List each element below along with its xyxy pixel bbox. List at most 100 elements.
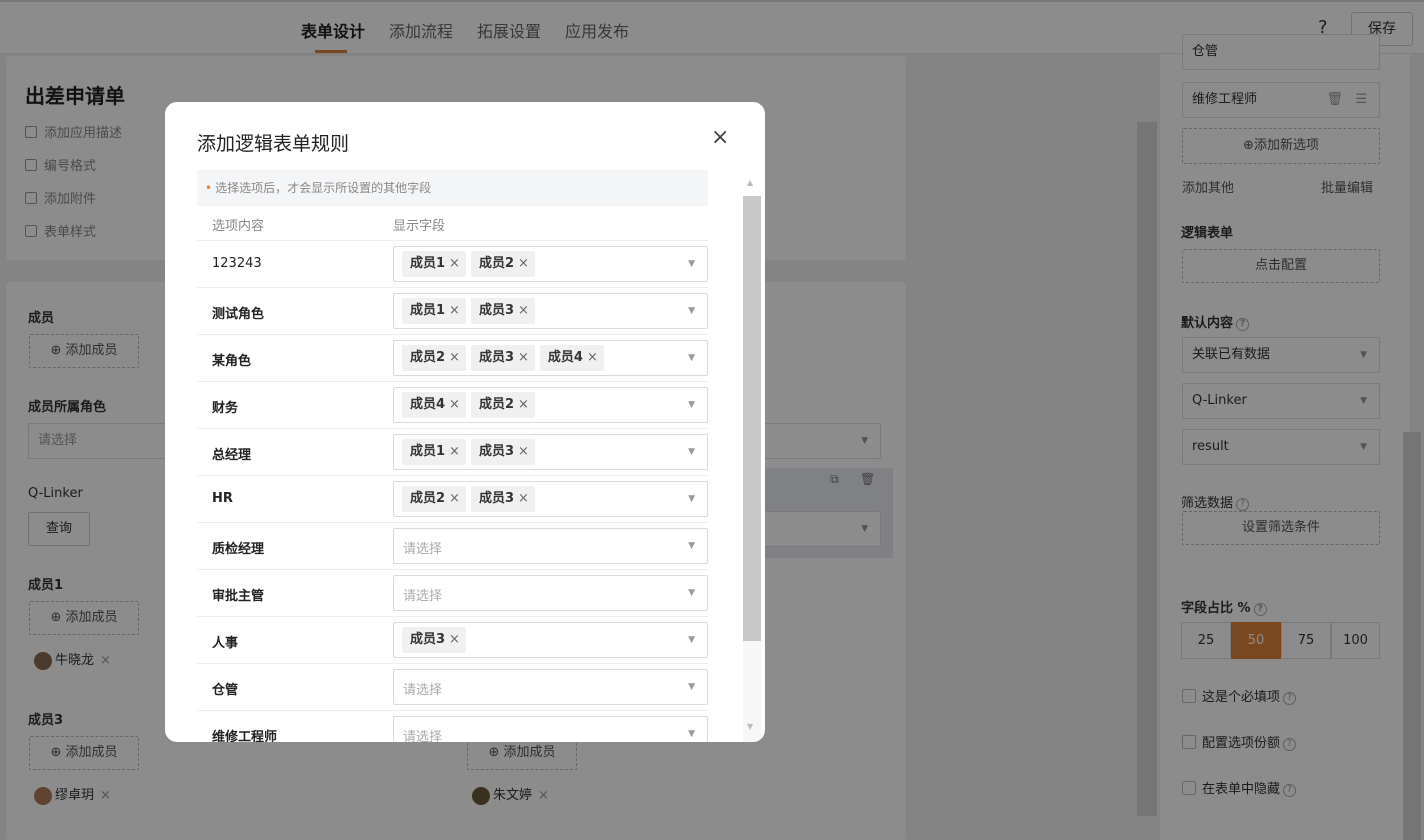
field-chip: 成员4 ×	[539, 345, 604, 371]
rule-row: 审批主管 请选择 ▼	[197, 569, 708, 616]
rule-row: HR 成员2 × 成员3 × ▼	[197, 475, 708, 522]
remove-chip-icon[interactable]: ×	[449, 632, 460, 647]
remove-chip-icon[interactable]: ×	[449, 303, 460, 318]
display-fields-select[interactable]: 请选择 ▼	[393, 669, 708, 705]
display-fields-select[interactable]: 成员2 × 成员3 × 成员4 × ▼	[393, 340, 708, 376]
display-fields-select[interactable]: 成员1 × 成员2 × ▼	[393, 246, 708, 282]
chevron-down-icon: ▼	[688, 541, 695, 551]
chip-label: 成员4	[547, 350, 583, 365]
remove-chip-icon[interactable]: ×	[449, 256, 460, 271]
hint-banner: • 选择选项后，才会显示所设置的其他字段	[197, 170, 708, 206]
chevron-down-icon: ▼	[688, 588, 695, 598]
display-fields-select[interactable]: 成员1 × 成员3 × ▼	[393, 434, 708, 470]
chevron-down-icon: ▼	[688, 447, 695, 457]
field-chip: 成员3 ×	[470, 486, 535, 512]
select-placeholder: 请选择	[403, 730, 443, 742]
chevron-down-icon: ▼	[688, 729, 695, 739]
bullet-icon: •	[205, 181, 213, 195]
option-name: 质检经理	[212, 542, 265, 557]
chevron-down-icon: ▼	[688, 353, 695, 363]
display-fields-select[interactable]: 请选择 ▼	[393, 528, 708, 564]
option-name: 123243	[212, 256, 262, 271]
option-name: 总经理	[212, 448, 252, 463]
logic-rule-dialog: 添加逻辑表单规则 × • 选择选项后，才会显示所设置的其他字段 选项内容 显示字段…	[165, 102, 765, 742]
field-chip: 成员2 ×	[470, 392, 535, 418]
remove-chip-icon[interactable]: ×	[587, 350, 598, 365]
scroll-down-icon[interactable]: ▼	[747, 722, 753, 731]
rule-row: 总经理 成员1 × 成员3 × ▼	[197, 428, 708, 475]
field-chip: 成员2 ×	[470, 251, 535, 277]
chevron-down-icon: ▼	[688, 259, 695, 269]
field-chip: 成员2 ×	[402, 486, 466, 512]
chip-label: 成员3	[478, 444, 514, 459]
display-fields-select[interactable]: 成员1 × 成员3 × ▼	[393, 293, 708, 329]
remove-chip-icon[interactable]: ×	[518, 350, 529, 365]
rule-row: 某角色 成员2 × 成员3 × 成员4 × ▼	[197, 334, 708, 381]
rule-row: 仓管 请选择 ▼	[197, 663, 708, 710]
remove-chip-icon[interactable]: ×	[518, 256, 529, 271]
select-placeholder: 请选择	[403, 589, 443, 604]
field-chip: 成员4 ×	[402, 392, 466, 418]
field-chip: 成员3 ×	[470, 298, 535, 324]
select-placeholder: 请选择	[403, 683, 443, 698]
dialog-title: 添加逻辑表单规则	[197, 133, 350, 155]
field-chip: 成员1 ×	[402, 439, 466, 465]
remove-chip-icon[interactable]: ×	[449, 444, 460, 459]
chip-label: 成员3	[478, 350, 514, 365]
display-fields-select[interactable]: 成员3 × ▼	[393, 622, 708, 658]
field-chip: 成员3 ×	[402, 627, 466, 653]
chevron-down-icon: ▼	[688, 306, 695, 316]
rule-row: 质检经理 请选择 ▼	[197, 522, 708, 569]
rule-row: 财务 成员4 × 成员2 × ▼	[197, 381, 708, 428]
chip-label: 成员2	[410, 350, 446, 365]
chevron-down-icon: ▼	[688, 494, 695, 504]
display-fields-select[interactable]: 请选择 ▼	[393, 575, 708, 611]
remove-chip-icon[interactable]: ×	[518, 397, 529, 412]
chip-label: 成员3	[478, 303, 514, 318]
option-name: 仓管	[212, 683, 239, 698]
remove-chip-icon[interactable]: ×	[518, 491, 529, 506]
field-chip: 成员2 ×	[402, 345, 466, 371]
option-name: 财务	[212, 401, 239, 416]
chip-label: 成员4	[410, 397, 446, 412]
chip-label: 成员2	[410, 491, 446, 506]
chip-label: 成员3	[410, 632, 446, 647]
remove-chip-icon[interactable]: ×	[449, 350, 460, 365]
chevron-down-icon: ▼	[688, 635, 695, 645]
chip-label: 成员1	[410, 303, 446, 318]
display-fields-select[interactable]: 成员2 × 成员3 × ▼	[393, 481, 708, 517]
option-name: 某角色	[212, 354, 252, 369]
column-header-option: 选项内容	[212, 219, 265, 234]
chip-label: 成员2	[478, 397, 514, 412]
field-chip: 成员3 ×	[470, 439, 535, 465]
option-name: 人事	[212, 636, 239, 651]
field-chip: 成员1 ×	[402, 298, 466, 324]
dialog-scroll-thumb[interactable]	[743, 196, 761, 641]
rule-row: 测试角色 成员1 × 成员3 × ▼	[197, 287, 708, 334]
column-header-fields: 显示字段	[393, 219, 446, 234]
scroll-up-icon[interactable]: ▲	[747, 178, 753, 187]
option-name: HR	[212, 491, 233, 506]
rule-row: 维修工程师 请选择 ▼	[197, 710, 708, 742]
rule-row: 123243 成员1 × 成员2 × ▼	[197, 240, 708, 287]
remove-chip-icon[interactable]: ×	[518, 444, 529, 459]
chip-label: 成员1	[410, 444, 446, 459]
field-chip: 成员3 ×	[470, 345, 535, 371]
rule-row: 人事 成员3 × ▼	[197, 616, 708, 663]
display-fields-select[interactable]: 请选择 ▼	[393, 716, 708, 742]
chevron-down-icon: ▼	[688, 682, 695, 692]
option-name: 维修工程师	[212, 730, 278, 742]
chevron-down-icon: ▼	[688, 400, 695, 410]
remove-chip-icon[interactable]: ×	[449, 491, 460, 506]
field-chip: 成员1 ×	[402, 251, 466, 277]
option-name: 测试角色	[212, 307, 265, 322]
option-name: 审批主管	[212, 589, 265, 604]
chip-label: 成员1	[410, 256, 446, 271]
close-icon[interactable]: ×	[711, 125, 729, 150]
chip-label: 成员3	[478, 491, 514, 506]
remove-chip-icon[interactable]: ×	[449, 397, 460, 412]
display-fields-select[interactable]: 成员4 × 成员2 × ▼	[393, 387, 708, 423]
chip-label: 成员2	[478, 256, 514, 271]
remove-chip-icon[interactable]: ×	[518, 303, 529, 318]
select-placeholder: 请选择	[403, 542, 443, 557]
